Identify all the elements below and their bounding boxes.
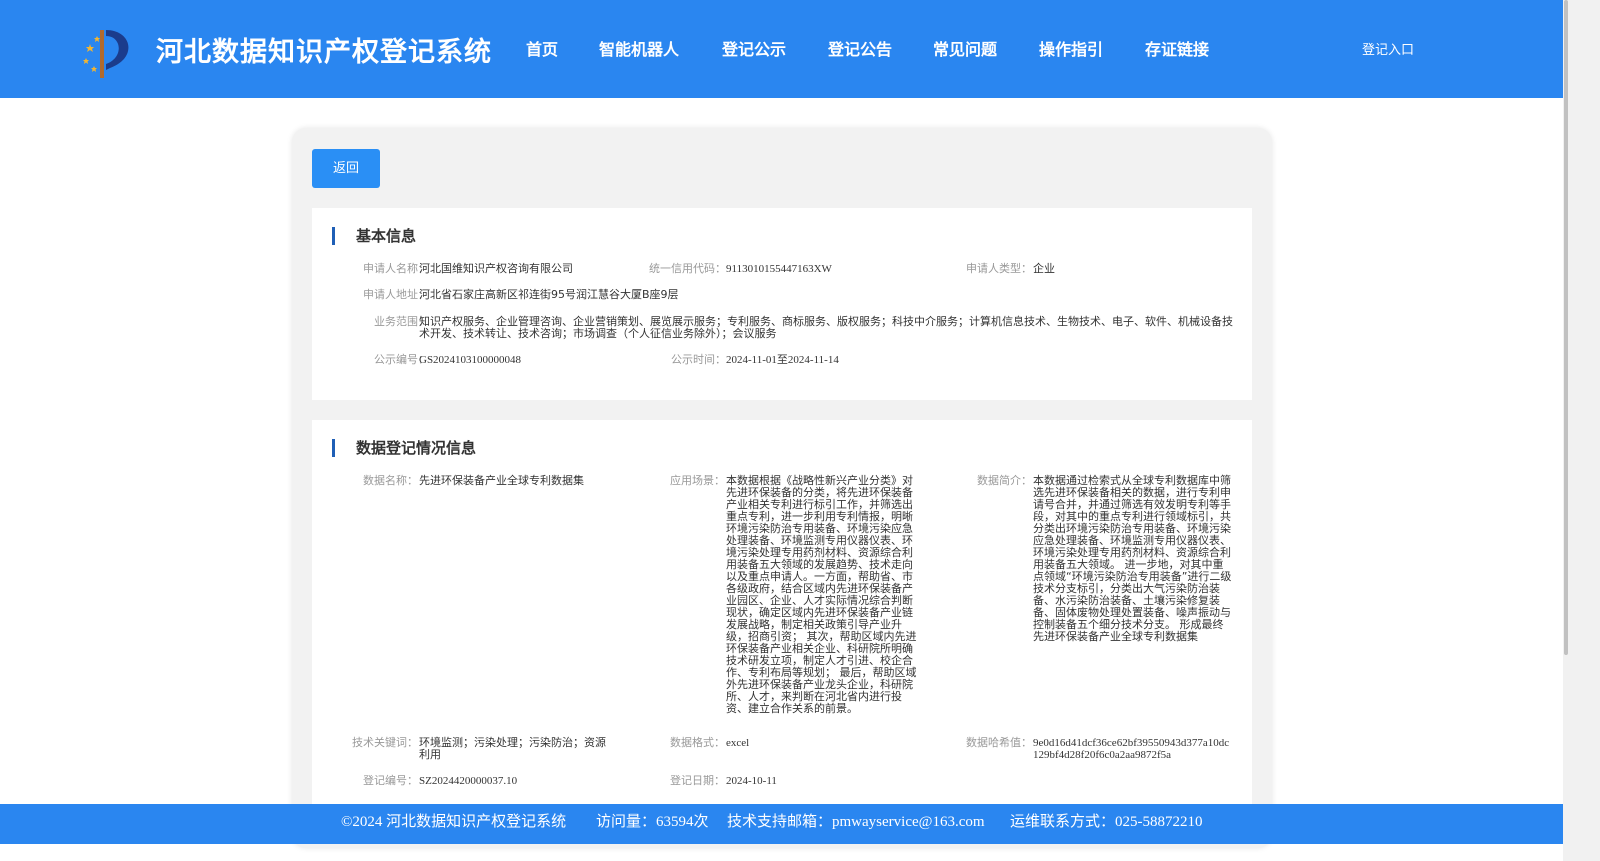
data-summary-value: 本数据通过检索式从全球专利数据库中筛选先进环保装备相关的数据，进行专利申请号合并… [1033, 474, 1232, 643]
top-header: 河北数据知识产权登记系统 首页 智能机器人 登记公示 登记公告 常见问题 操作指… [0, 0, 1563, 98]
login-entry-link[interactable]: 登记入口 [1362, 39, 1414, 58]
site-footer: ©2024 河北数据知识产权登记系统 访问量：63594次 技术支持邮箱：pmw… [0, 804, 1563, 844]
nav-registration-publicity[interactable]: 登记公示 [722, 36, 786, 60]
applicant-type-value: 企业 [1033, 262, 1055, 275]
footer-ops-contact: 运维联系方式：025-58872210 [1010, 814, 1203, 830]
business-scope-value: 知识产权服务、企业管理咨询、企业营销策划、展览展示服务；专利服务、商标服务、版权… [419, 315, 1233, 340]
data-format-label: 数据格式： [670, 736, 725, 749]
data-registration-card: 数据登记情况信息 数据名称： 先进环保装备产业全球专利数据集 应用场景： 本数据… [312, 420, 1252, 820]
registration-date-value: 2024-10-11 [726, 775, 777, 787]
applicant-address-value: 河北省石家庄高新区祁连街95号润江慧谷大厦B座9层 [419, 288, 679, 301]
credit-code-label: 统一信用代码： [649, 262, 726, 275]
hebei-ip-logo-icon[interactable] [80, 24, 134, 80]
footer-support-email: 技术支持邮箱：pmwayservice@163.com [727, 814, 985, 830]
data-name-value: 先进环保装备产业全球专利数据集 [419, 474, 584, 487]
footer-copyright: ©2024 河北数据知识产权登记系统 [341, 814, 567, 830]
nav-operation-guide[interactable]: 操作指引 [1039, 36, 1103, 60]
registration-number-label: 登记编号： [363, 774, 418, 787]
applicant-name-value: 河北国维知识产权咨询有限公司 [419, 262, 573, 275]
nav-evidence-link[interactable]: 存证链接 [1145, 36, 1209, 60]
credit-code-value: 9113010155447163XW [726, 263, 832, 275]
tech-keywords-label: 技术关键词： [352, 736, 418, 749]
application-scenario-label: 应用场景： [670, 474, 725, 487]
applicant-type-label: 申请人类型： [966, 262, 1032, 275]
notice-number-value: GS2024103100000048 [419, 354, 522, 366]
notice-time-label: 公示时间： [671, 353, 726, 366]
data-hash-value: 9e0d16d41dcf36ce62bf39550943d377a10dc129… [1033, 737, 1230, 761]
nav-smart-robot[interactable]: 智能机器人 [599, 36, 679, 60]
notice-time-value: 2024-11-01至2024-11-14 [726, 354, 839, 366]
application-scenario-value: 本数据根据《战略性新兴产业分类》对先进环保装备的分类，将先进环保装备产业相关专利… [726, 474, 917, 715]
data-registration-title: 数据登记情况信息 [332, 439, 476, 457]
page-scrollbar[interactable] [1563, 0, 1600, 861]
basic-info-title: 基本信息 [332, 227, 416, 245]
back-button[interactable]: 返回 [312, 149, 380, 188]
nav-home[interactable]: 首页 [526, 36, 558, 60]
site-title: 河北数据知识产权登记系统 [156, 37, 492, 68]
data-hash-label: 数据哈希值： [966, 736, 1032, 749]
registration-number-value: SZ2024420000037.10 [419, 775, 518, 787]
footer-visit-count: 访问量：63594次 [596, 814, 709, 830]
basic-info-card: 基本信息 申请人名称： 河北国维知识产权咨询有限公司 统一信用代码： 91130… [312, 208, 1252, 400]
nav-registration-announcement[interactable]: 登记公告 [828, 36, 892, 60]
scrollbar-thumb[interactable] [1564, 0, 1568, 655]
registration-date-label: 登记日期： [670, 774, 725, 787]
data-format-value: excel [726, 737, 750, 749]
data-summary-label: 数据简介： [977, 474, 1032, 487]
tech-keywords-value: 环境监测；污染处理；污染防治；资源利用 [419, 736, 606, 761]
data-name-label: 数据名称： [363, 474, 418, 487]
nav-faq[interactable]: 常见问题 [933, 36, 997, 60]
